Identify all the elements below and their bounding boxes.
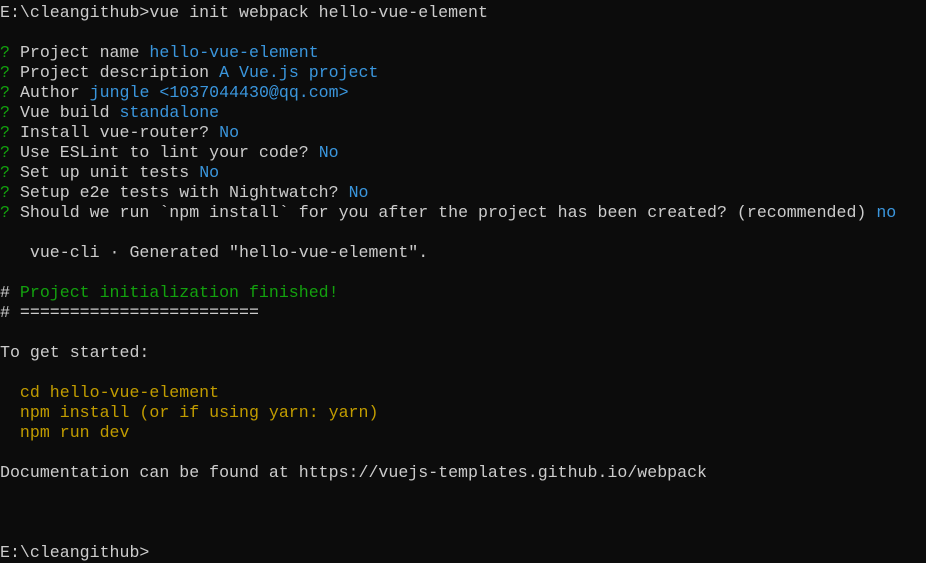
documentation-line: Documentation can be found at https://vu… [0,463,708,482]
question-text: Vue build [19,103,110,122]
hash-mark: # [0,283,20,302]
question-mark: ? [0,103,10,122]
question-mark: ? [0,83,10,102]
question-mark: ? [0,163,10,182]
question-line: ? Project description A Vue.js project [0,63,926,83]
finished-line: # Project initialization finished! [0,283,926,303]
step: cd hello-vue-element [0,383,220,402]
rule-line: # ======================== [0,303,926,323]
question-mark: ? [0,63,10,82]
answer-text: No [348,183,369,202]
question-text: Set up unit tests [19,163,190,182]
answer-text: standalone [119,103,220,122]
question-text: Project description [19,63,210,82]
question-text: Project name [19,43,140,62]
generated-line: vue-cli · Generated "hello-vue-element". [0,243,429,262]
command-line: E:\cleangithub>vue init webpack hello-vu… [0,3,926,23]
answer-text: hello-vue-element [149,43,319,62]
question-line: ? Set up unit tests No [0,163,926,183]
answer-text: No [219,123,240,142]
question-line: ? Author jungle <1037044430@qq.com> [0,83,926,103]
question-line: ? Vue build standalone [0,103,926,123]
question-mark: ? [0,143,10,162]
question-text: Should we run `npm install` for you afte… [19,203,867,222]
question-line: ? Project name hello-vue-element [0,43,926,63]
step: npm run dev [0,423,130,442]
question-mark: ? [0,183,10,202]
question-line: ? Use ESLint to lint your code? No [0,143,926,163]
command: vue init webpack hello-vue-element [149,3,488,22]
question-mark: ? [0,203,10,222]
finished-message: Project initialization finished! [19,283,339,302]
step: npm install (or if using yarn: yarn) [0,403,379,422]
terminal-window[interactable]: E:\cleangithub>vue init webpack hello-vu… [0,0,926,563]
question-text: Use ESLint to lint your code? [19,143,309,162]
rule: ======================== [19,303,259,322]
question-line: ? Install vue-router? No [0,123,926,143]
question-text: Install vue-router? [19,123,210,142]
question-mark: ? [0,43,10,62]
answer-text: A Vue.js project [219,63,379,82]
question-list: ? Project name hello-vue-element? Projec… [0,43,926,223]
question-mark: ? [0,123,10,142]
answer-text: No [318,143,339,162]
question-line: ? Setup e2e tests with Nightwatch? No [0,183,926,203]
prompt: E:\cleangithub> [0,3,150,22]
answer-text: jungle <1037044430@qq.com> [89,83,349,102]
question-text: Author [19,83,80,102]
hash-mark: # [0,303,20,322]
answer-text: no [876,203,897,222]
final-prompt[interactable]: E:\cleangithub> [0,543,926,563]
question-text: Setup e2e tests with Nightwatch? [19,183,339,202]
get-started: To get started: [0,343,150,362]
question-line: ? Should we run `npm install` for you af… [0,203,926,223]
answer-text: No [199,163,220,182]
